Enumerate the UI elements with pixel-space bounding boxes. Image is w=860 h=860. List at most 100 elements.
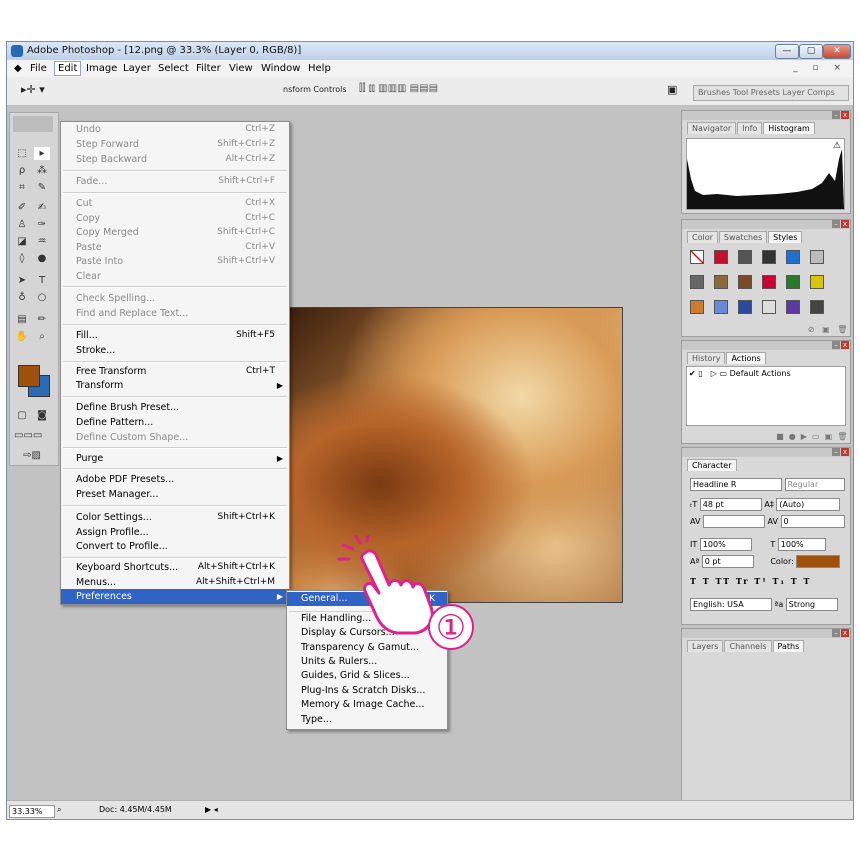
document-window-controls[interactable]: _ ▫ × xyxy=(793,63,847,73)
style-swatch[interactable] xyxy=(738,275,752,289)
text-color-swatch[interactable] xyxy=(796,555,841,568)
style-swatch[interactable] xyxy=(762,250,776,264)
menu-item-check-spelling[interactable]: Check Spelling... xyxy=(61,291,289,306)
submenu-item-memory-image-cache[interactable]: Memory & Image Cache... xyxy=(287,698,447,712)
menu-edit[interactable]: Edit xyxy=(54,61,82,76)
menu-item-paste[interactable]: Paste Ctrl+V xyxy=(61,240,289,255)
menu-item-cut[interactable]: Cut Ctrl+X xyxy=(61,196,289,211)
action-set-row[interactable]: ✔ ▯ ▷ ▭ Default Actions xyxy=(689,369,791,378)
menu-item-free-transform[interactable]: Free Transform Ctrl+T xyxy=(61,364,289,379)
style-swatch[interactable] xyxy=(762,300,776,314)
tracking-field[interactable]: 0 xyxy=(780,515,845,528)
menu-item-define-custom-shape[interactable]: Define Custom Shape... xyxy=(61,430,289,445)
transform-controls-label[interactable]: nsform Controls xyxy=(283,85,347,94)
menu-item-fade[interactable]: Fade... Shift+Ctrl+F xyxy=(61,174,289,189)
style-swatch[interactable] xyxy=(762,275,776,289)
style-swatch[interactable] xyxy=(714,300,728,314)
menu-item-define-pattern[interactable]: Define Pattern... xyxy=(61,415,289,430)
submenu-item-transparency-gamut[interactable]: Transparency & Gamut... xyxy=(287,641,447,655)
blur-tool-icon[interactable]: ◊ xyxy=(14,252,30,265)
brush-tool-icon[interactable]: ✍ xyxy=(34,201,50,214)
menu-help[interactable]: Help xyxy=(305,62,334,75)
tab-navigator[interactable]: Navigator xyxy=(687,122,737,134)
panel-window-buttons[interactable]: – x xyxy=(831,341,849,349)
menu-item-undo[interactable]: Undo Ctrl+Z xyxy=(61,122,289,137)
marquee-tool-icon[interactable]: ⬚ xyxy=(14,147,30,160)
menu-image[interactable]: Image xyxy=(83,62,120,75)
menu-item-purge[interactable]: Purge ▶ xyxy=(61,451,289,466)
menu-filter[interactable]: Filter xyxy=(193,62,224,75)
menu-item-clear[interactable]: Clear xyxy=(61,269,289,284)
kerning-field[interactable] xyxy=(702,515,765,528)
menu-layer[interactable]: Layer xyxy=(120,62,154,75)
menu-item-copy[interactable]: Copy Ctrl+C xyxy=(61,211,289,226)
style-swatch[interactable] xyxy=(690,275,704,289)
tab-channels[interactable]: Channels xyxy=(724,640,772,652)
lasso-tool-icon[interactable]: ρ xyxy=(14,164,30,177)
eyedropper-icon[interactable]: ✏ xyxy=(34,313,50,326)
language-select[interactable]: English: USA xyxy=(690,598,772,611)
zoom-tool-icon[interactable]: ⌕ xyxy=(34,330,50,343)
dialog-toggle[interactable]: ▯ xyxy=(698,369,708,378)
style-swatch[interactable] xyxy=(810,250,824,264)
notes-tool-icon[interactable]: ▤ xyxy=(14,313,30,326)
style-swatch[interactable] xyxy=(786,275,800,289)
panel-window-buttons[interactable]: – x xyxy=(831,220,849,228)
pen-tool-icon[interactable]: ♁ xyxy=(14,291,30,304)
menu-item-paste-into[interactable]: Paste Into Shift+Ctrl+V xyxy=(61,254,289,269)
menu-item-keyboard-shortcuts[interactable]: Keyboard Shortcuts... Alt+Shift+Ctrl+K xyxy=(61,560,289,575)
panel-window-buttons[interactable]: – x xyxy=(831,111,849,119)
status-menu-arrow-icon[interactable]: ▶ ◂ xyxy=(205,805,218,814)
actions-panel-footer-icons[interactable]: ■ ● ▶ ▭ ▣ 🗑 xyxy=(682,430,850,443)
menu-item-color-settings[interactable]: Color Settings... Shift+Ctrl+K xyxy=(61,510,289,525)
screen-mode-icon[interactable]: ▭▭▭ xyxy=(14,429,42,442)
style-swatch[interactable] xyxy=(714,275,728,289)
path-selection-icon[interactable]: ➤ xyxy=(14,274,30,287)
menu-item-transform[interactable]: Transform ▶ xyxy=(61,378,289,393)
tab-styles[interactable]: Styles xyxy=(768,231,803,243)
menu-item-menus[interactable]: Menus... Alt+Shift+Ctrl+M xyxy=(61,575,289,590)
tab-character[interactable]: Character xyxy=(687,459,737,471)
horizontal-scale-field[interactable]: 100% xyxy=(777,538,826,551)
tab-layers[interactable]: Layers xyxy=(687,640,724,652)
jump-to-imageready-icon[interactable]: ⇨▨ xyxy=(14,449,50,462)
font-style-select[interactable]: Regular xyxy=(784,478,845,491)
crop-tool-icon[interactable]: ⌗ xyxy=(14,181,30,194)
menu-file[interactable]: File xyxy=(27,62,50,75)
tab-swatches[interactable]: Swatches xyxy=(718,231,768,243)
submenu-item-type[interactable]: Type... xyxy=(287,713,447,727)
submenu-item-units-rulers[interactable]: Units & Rulers... xyxy=(287,655,447,669)
menu-select[interactable]: Select xyxy=(155,62,192,75)
tab-paths[interactable]: Paths xyxy=(772,640,805,652)
close-button[interactable]: ✕ xyxy=(823,44,851,59)
palette-well-tabs[interactable]: Brushes Tool Presets Layer Comps xyxy=(693,85,849,101)
menu-item-fill[interactable]: Fill... Shift+F5 xyxy=(61,328,289,343)
type-tool-icon[interactable]: T xyxy=(34,274,50,287)
tab-histogram[interactable]: Histogram xyxy=(763,122,815,134)
tab-actions[interactable]: Actions xyxy=(726,352,766,364)
style-swatch[interactable] xyxy=(738,250,752,264)
style-swatch[interactable] xyxy=(810,275,824,289)
panel-window-buttons[interactable]: – x xyxy=(831,448,849,456)
style-swatch[interactable] xyxy=(810,300,824,314)
menu-view[interactable]: View xyxy=(226,62,256,75)
move-tool-preset-icon[interactable]: ▸✛ ▾ xyxy=(21,83,45,96)
baseline-shift-field[interactable]: 0 pt xyxy=(701,555,754,568)
minimize-button[interactable]: — xyxy=(775,44,799,59)
tab-info[interactable]: Info xyxy=(737,122,763,134)
antialias-select[interactable]: Strong xyxy=(785,598,838,611)
styles-panel-footer-icons[interactable]: ⊘ ▣ 🗑 xyxy=(682,323,850,336)
history-brush-icon[interactable]: ✑ xyxy=(34,218,50,231)
menu-item-preferences[interactable]: Preferences ▶ xyxy=(61,589,289,604)
menu-window[interactable]: Window xyxy=(258,62,303,75)
shape-tool-icon[interactable]: ○ xyxy=(34,291,50,304)
magic-wand-icon[interactable]: ⁂ xyxy=(34,164,50,177)
font-size-field[interactable]: 48 pt xyxy=(699,498,762,511)
zoom-level-field[interactable]: 33.33% xyxy=(9,805,55,818)
menu-item-assign-profile[interactable]: Assign Profile... xyxy=(61,525,289,540)
checkmark-icon[interactable]: ✔ xyxy=(689,369,696,378)
menu-item-step-backward[interactable]: Step Backward Alt+Ctrl+Z xyxy=(61,152,289,167)
leading-field[interactable]: (Auto) xyxy=(776,498,841,511)
style-swatch[interactable] xyxy=(786,300,800,314)
type-style-buttons[interactable]: T T TT Tr T¹ T₁ T T xyxy=(690,576,811,586)
